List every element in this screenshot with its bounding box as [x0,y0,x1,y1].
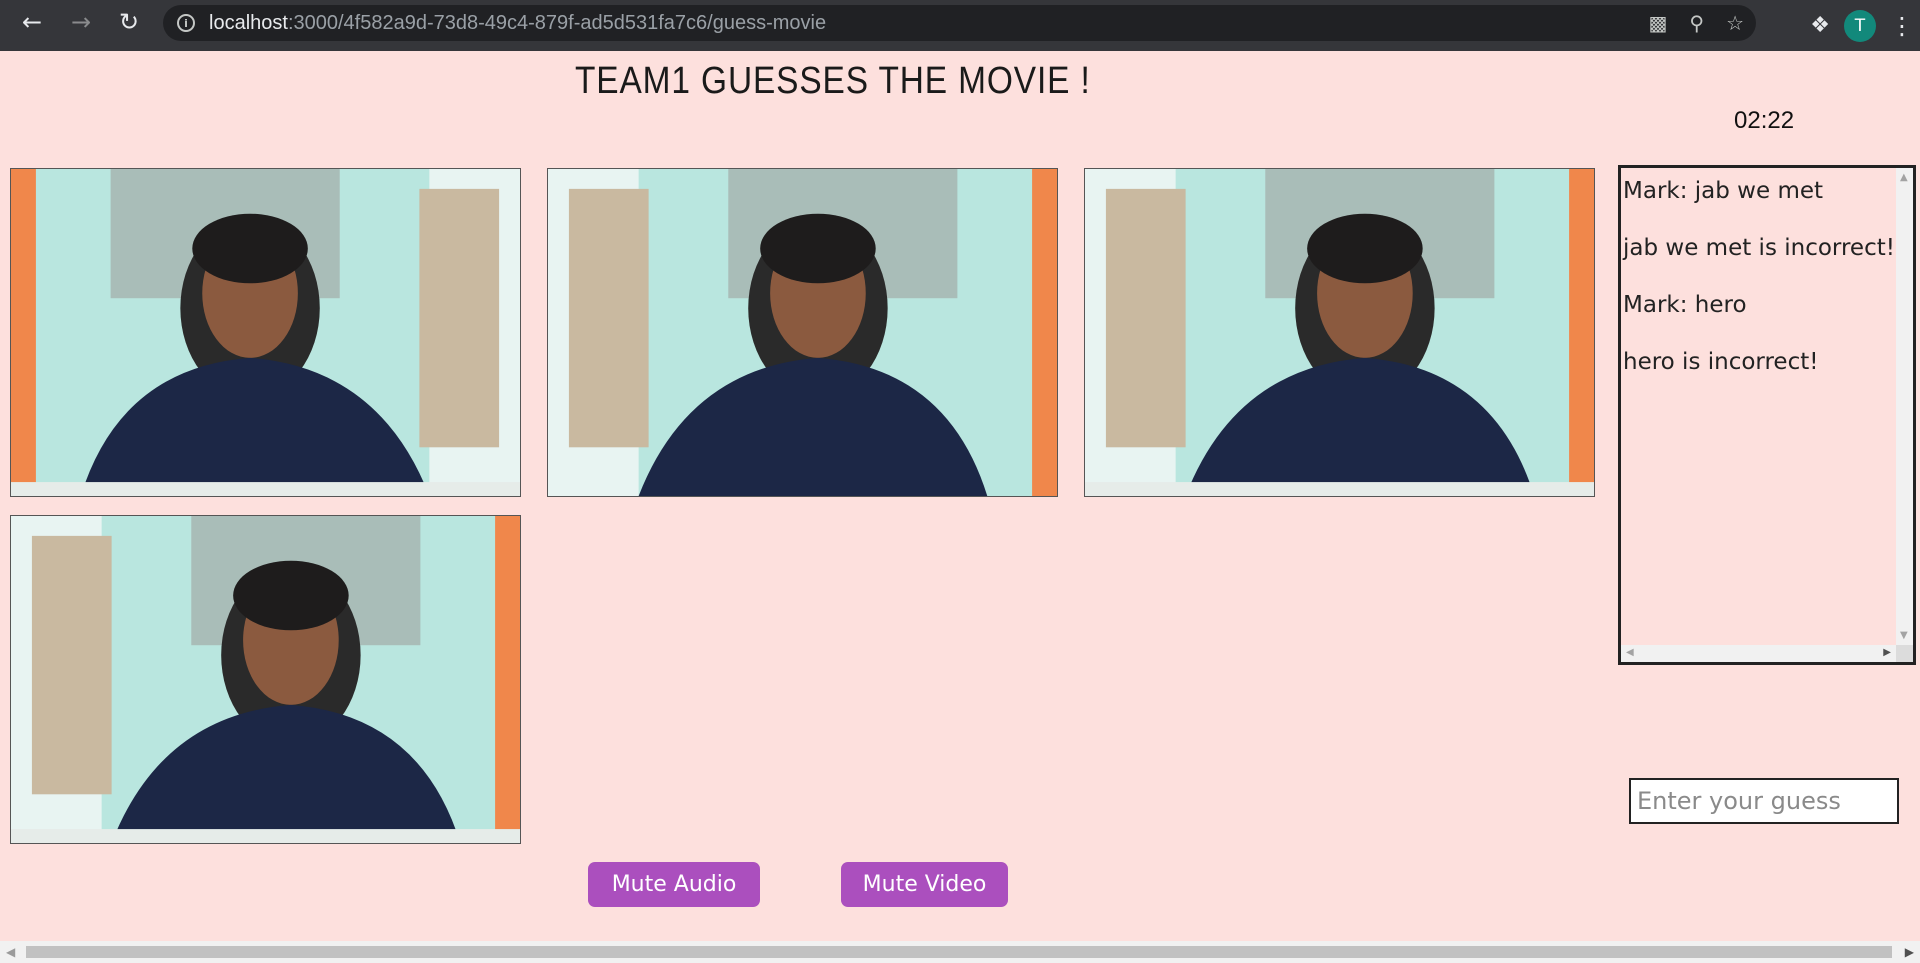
url-path: :3000/4f582a9d-73d8-49c4-879f-ad5d531fa7… [287,11,827,34]
chat-horizontal-scrollbar[interactable]: ◀ ▶ [1621,645,1896,662]
url-text[interactable]: localhost:3000/4f582a9d-73d8-49c4-879f-a… [209,12,826,35]
chat-message: hero is incorrect! [1623,349,1819,375]
page-horizontal-scrollbar[interactable]: ◀ ▶ [0,941,1920,963]
reload-icon[interactable]: ↻ [109,2,149,42]
countdown-timer: 02:22 [1734,107,1795,134]
menu-icon[interactable]: ⋮ [1890,12,1914,40]
scroll-left-icon[interactable]: ◀ [6,945,15,959]
scrollbar-thumb[interactable] [26,946,1892,958]
chat-message: jab we met is incorrect! [1623,235,1895,261]
forward-icon[interactable]: → [61,2,101,42]
address-bar[interactable]: i localhost:3000/4f582a9d-73d8-49c4-879f… [163,5,1756,41]
mute-audio-button[interactable]: Mute Audio [588,862,760,907]
scroll-right-icon[interactable]: ▶ [1883,647,1891,658]
scroll-right-icon[interactable]: ▶ [1905,945,1914,959]
camera-icon[interactable]: ▩ [1649,11,1668,35]
profile-avatar[interactable]: T [1844,9,1876,42]
scroll-left-icon[interactable]: ◀ [1626,647,1634,658]
video-tile [1084,168,1595,497]
extensions-icon[interactable]: ❖ [1810,13,1830,38]
back-icon[interactable]: ← [12,2,52,42]
guess-input[interactable] [1629,778,1899,824]
site-info-icon[interactable]: i [177,14,195,32]
scroll-up-icon[interactable]: ▲ [1900,172,1908,183]
scrollbar-corner [1896,645,1913,662]
chat-vertical-scrollbar[interactable]: ▲ ▼ [1896,168,1913,645]
url-host: localhost [209,11,288,34]
mute-video-button[interactable]: Mute Video [841,862,1008,907]
page-title: TEAM1 GUESSES THE MOVIE ! [575,60,1091,102]
zoom-icon[interactable]: ⚲ [1689,11,1704,35]
scroll-down-icon[interactable]: ▼ [1900,630,1908,641]
video-tile [547,168,1058,497]
video-tile [10,515,521,844]
chat-message: Mark: jab we met [1623,178,1824,204]
bookmark-star-icon[interactable]: ☆ [1726,11,1744,35]
browser-toolbar: ← → ↻ i localhost:3000/4f582a9d-73d8-49c… [0,0,1920,51]
video-tile [10,168,521,497]
chat-box[interactable]: Mark: jab we met jab we met is incorrect… [1618,165,1916,665]
chat-message: Mark: hero [1623,292,1747,318]
